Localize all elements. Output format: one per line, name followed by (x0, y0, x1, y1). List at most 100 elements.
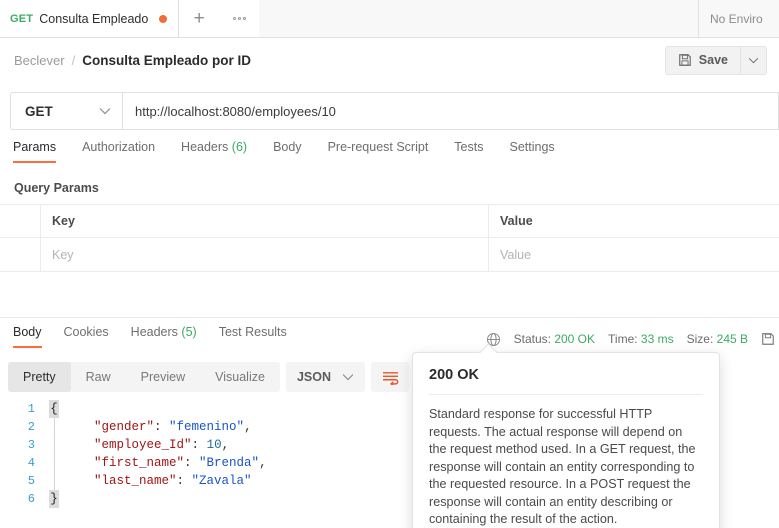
code-content: "first_name": "Brenda", (62, 454, 267, 472)
tab-title-label: Consulta Empleado po (39, 11, 151, 26)
json-key: "first_name" (94, 456, 185, 470)
response-tab-headers[interactable]: Headers (5) (131, 325, 197, 348)
size-badge[interactable]: Size: 245 B (687, 332, 748, 346)
json-colon: : (191, 438, 207, 452)
save-response-icon[interactable] (761, 332, 775, 346)
tab-params-label: Params (13, 140, 57, 154)
save-button[interactable]: Save (664, 45, 741, 75)
close-brace: } (49, 490, 59, 508)
view-pretty-label: Pretty (23, 370, 56, 384)
response-tab-cookies[interactable]: Cookies (64, 325, 109, 348)
ellipsis-icon-dot (242, 17, 246, 20)
breadcrumb-collection[interactable]: Beclever (14, 53, 65, 68)
json-key: "employee_Id" (94, 438, 192, 452)
view-preview-label: Preview (140, 370, 186, 384)
status-badge[interactable]: Status: 200 OK (514, 332, 595, 346)
view-pretty-button[interactable]: Pretty (8, 362, 71, 392)
tooltip-divider (429, 394, 703, 395)
status-value: 200 OK (554, 332, 596, 346)
url-bar: GET http://localhost:8080/employees/10 (0, 90, 779, 132)
line-number: 6 (27, 492, 35, 506)
fold-column (46, 436, 62, 454)
json-key: "gender" (94, 420, 155, 434)
table-row[interactable]: Key Value (0, 238, 779, 271)
tab-params[interactable]: Params (13, 140, 57, 163)
environment-selector[interactable]: No Enviro (698, 0, 779, 37)
param-value-input[interactable]: Value (489, 238, 779, 271)
code-content: "gender": "femenino", (62, 418, 252, 436)
view-visualize-button[interactable]: Visualize (200, 362, 280, 392)
status-label: Status: (513, 332, 551, 346)
http-method-selector[interactable]: GET (10, 92, 122, 130)
tab-body[interactable]: Body (273, 140, 302, 163)
response-language-selector[interactable]: JSON (285, 362, 365, 392)
response-format-toolbar: Pretty Raw Preview Visualize JSON (8, 362, 409, 392)
status-code-tooltip: 200 OK Standard response for successful … (412, 352, 720, 528)
save-button-label: Save (698, 53, 728, 67)
view-raw-label: Raw (85, 370, 111, 384)
chevron-down-icon (748, 57, 759, 63)
tooltip-description: Standard response for successful HTTP re… (429, 407, 696, 526)
header-checkbox-cell (0, 205, 41, 237)
fold-guide (53, 454, 55, 472)
code-content: "last_name": "Zavala" (62, 472, 252, 490)
ellipsis-icon-dot (232, 17, 236, 20)
view-preview-button[interactable]: Preview (126, 362, 200, 392)
breadcrumb-row: Beclever / Consulta Empleado por ID Save (0, 38, 779, 82)
chevron-down-icon (342, 374, 354, 381)
breadcrumb-separator: / (71, 52, 76, 68)
url-input[interactable]: http://localhost:8080/employees/10 (122, 92, 779, 130)
fold-guide (53, 472, 55, 490)
line-number: 4 (27, 456, 35, 470)
column-header-value: Value (500, 214, 533, 228)
response-tab-body-label: Body (13, 325, 42, 339)
table-header-row: Key Value (0, 205, 779, 238)
request-tab-consulta-empleado[interactable]: GET Consulta Empleado po (0, 0, 180, 37)
size-value: 245 B (716, 332, 748, 346)
code-content: "employee_Id": 10, (62, 436, 229, 454)
response-tab-body[interactable]: Body (13, 325, 42, 348)
tab-authorization[interactable]: Authorization (82, 140, 155, 163)
line-number: 1 (27, 402, 35, 416)
json-comma: , (244, 420, 252, 434)
request-section-tabs: Params Authorization Headers (6) Body Pr… (0, 140, 779, 174)
environment-label: No Enviro (710, 11, 763, 26)
time-badge[interactable]: Time: 33 ms (608, 332, 674, 346)
fold-column (46, 472, 62, 490)
response-tab-headers-label: Headers (130, 325, 178, 339)
tab-headers[interactable]: Headers (6) (181, 140, 247, 163)
word-wrap-toggle[interactable] (371, 362, 409, 392)
tab-tests[interactable]: Tests (454, 140, 483, 163)
param-key-placeholder: Key (52, 247, 74, 262)
json-value: "femenino" (169, 420, 245, 434)
new-tab-button[interactable]: + (179, 0, 220, 37)
tab-body-label: Body (273, 140, 302, 154)
fold-guide (53, 436, 55, 454)
row-checkbox-cell[interactable] (0, 238, 41, 271)
view-raw-button[interactable]: Raw (71, 362, 126, 392)
json-value: "Brenda" (199, 456, 260, 470)
param-key-input[interactable]: Key (41, 238, 489, 271)
request-tab-strip: GET Consulta Empleado po + No Enviro (0, 0, 779, 38)
fold-column: { (46, 400, 62, 418)
fold-guide (53, 418, 55, 436)
chevron-down-icon (99, 108, 111, 115)
fold-column (46, 454, 62, 472)
tab-pre-request-script[interactable]: Pre-request Script (328, 140, 429, 163)
save-options-button[interactable] (741, 45, 767, 75)
param-value-placeholder: Value (500, 247, 532, 262)
tab-settings[interactable]: Settings (509, 140, 554, 163)
tab-more-options-button[interactable] (219, 0, 260, 37)
json-colon: : (154, 420, 170, 434)
response-tab-cookies-label: Cookies (63, 325, 109, 339)
tab-settings-label: Settings (509, 140, 555, 154)
ellipsis-icon-dot (237, 17, 241, 20)
request-response-divider[interactable] (0, 317, 779, 318)
line-number: 5 (27, 474, 35, 488)
tab-strip-filler (259, 0, 698, 37)
response-language-value: JSON (296, 370, 331, 384)
floppy-disk-icon (678, 54, 691, 66)
time-value: 33 ms (640, 332, 674, 346)
json-comma: , (259, 456, 267, 470)
response-tab-test-results[interactable]: Test Results (219, 325, 287, 348)
